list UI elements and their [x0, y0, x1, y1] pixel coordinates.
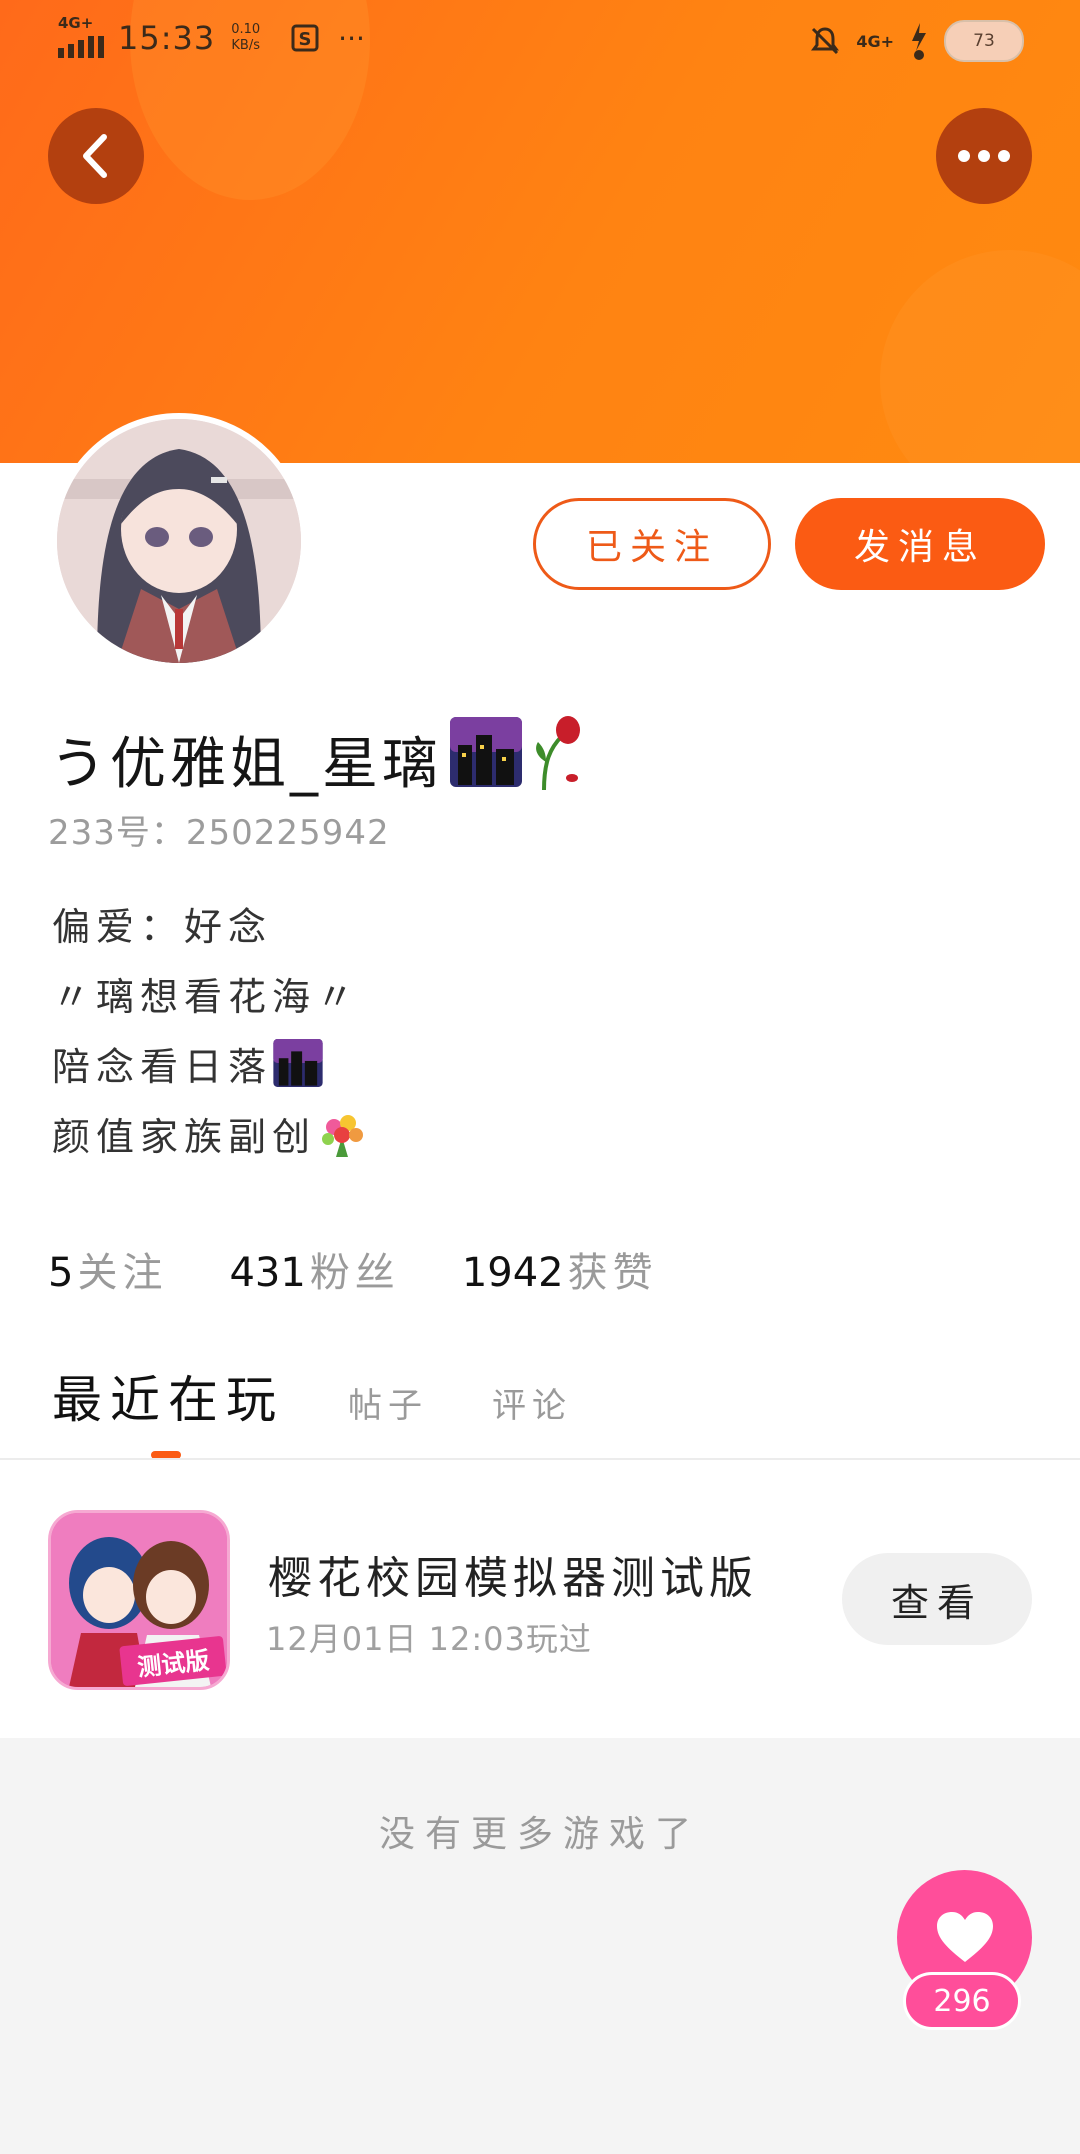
game-icon: 测试版 [48, 1510, 230, 1690]
user-id: 233号：250225942 [48, 813, 390, 853]
more-notifications-icon: ··· [338, 21, 365, 55]
likes-received-count: 1942 获赞 [461, 1250, 658, 1296]
tab-posts[interactable]: 帖子 [348, 1378, 428, 1427]
like-count: 296 [903, 1972, 1021, 2030]
mute-bell-icon [811, 27, 840, 55]
avatar[interactable] [51, 413, 307, 669]
svg-text:S: S [299, 29, 312, 50]
game-title: 樱花校园模拟器测试版 [268, 1553, 758, 1604]
signal-icon: 4G+ [58, 14, 104, 58]
list-end-message: 没有更多游戏了 [378, 1814, 701, 1855]
like-button[interactable]: 296 [897, 1870, 1032, 2035]
more-options-button[interactable] [936, 108, 1032, 204]
followers-count[interactable]: 431 粉丝 [229, 1240, 399, 1298]
battery-indicator: 73 [944, 20, 1024, 62]
city-sunset-icon [448, 715, 524, 803]
network-speed: 0.10 KB/s [231, 22, 261, 53]
more-dots-icon [958, 150, 1010, 162]
city-sunset-icon [273, 1039, 323, 1087]
back-button[interactable] [48, 108, 144, 204]
status-bar: 4G+ 15:33 0.10 KB/s S ··· 4G+ 73 [0, 0, 1080, 80]
send-message-button[interactable]: 发消息 [795, 498, 1045, 590]
bio-line: 陪念看日落 [52, 1028, 368, 1098]
screenshot-app-icon: S [291, 24, 319, 52]
tab-recently-played[interactable]: 最近在玩 [52, 1360, 284, 1432]
list-item[interactable]: 测试版 樱花校园模拟器测试版 12月01日 12:03玩过 查看 [0, 1500, 1080, 1700]
avatar-image [57, 419, 301, 663]
wilted-rose-icon [530, 712, 586, 806]
bio-line: 偏爱：好念 [52, 904, 273, 949]
divider [0, 1458, 1080, 1460]
bio-line: 颜值家族副创 [52, 1098, 368, 1168]
bouquet-icon [322, 1115, 364, 1157]
following-button[interactable]: 已关注 [533, 498, 771, 590]
username: う优雅姐_星璃 [50, 712, 586, 806]
profile-tabs: 最近在玩 帖子 评论 [52, 1360, 572, 1432]
charging-icon [912, 23, 926, 60]
bio-line: 〃璃想看花海〃 [52, 974, 361, 1019]
network-type-right: 4G+ [856, 31, 894, 51]
view-game-button[interactable]: 查看 [842, 1553, 1032, 1645]
chevron-left-icon [83, 134, 107, 178]
profile-stats: 5 关注 431 粉丝 1942 获赞 [48, 1240, 720, 1298]
following-count[interactable]: 5 关注 [48, 1240, 167, 1298]
tab-comments[interactable]: 评论 [492, 1378, 572, 1427]
last-played-time: 12月01日 12:03玩过 [266, 1620, 592, 1658]
bio: 偏爱：好念 〃璃想看花海〃 陪念看日落 颜值家族副创 [52, 888, 368, 1168]
clock: 15:33 [118, 19, 216, 57]
heart-icon [936, 1911, 993, 1962]
